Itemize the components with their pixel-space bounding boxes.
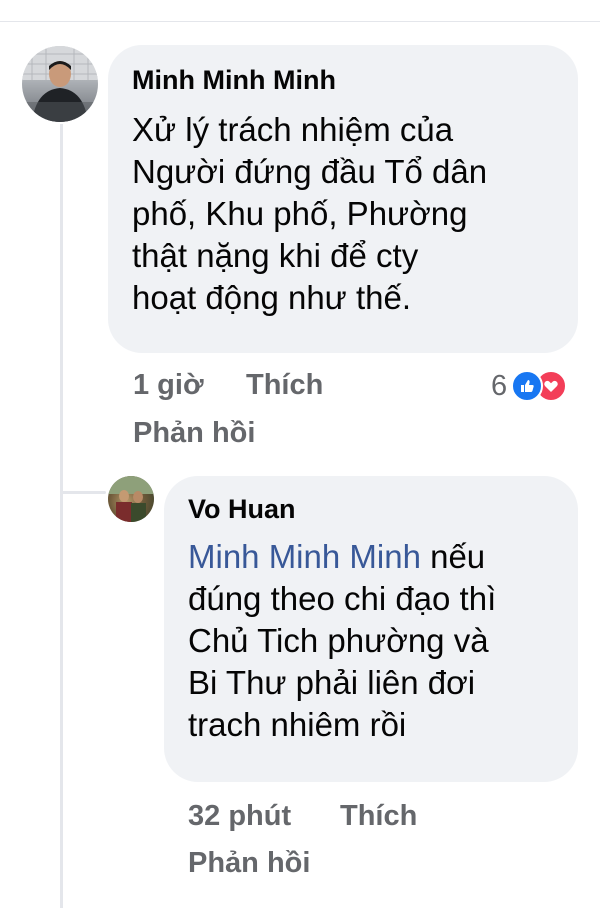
comment-author[interactable]: Minh Minh Minh xyxy=(132,65,336,96)
reply-line-rest: nếu xyxy=(420,538,486,575)
mention-link[interactable]: Minh Minh Minh xyxy=(188,538,421,575)
comment-line: phố, Khu phố, Phường xyxy=(132,195,468,232)
thread-branch-line xyxy=(60,491,106,494)
comment-line: Người đứng đầu Tổ dân xyxy=(132,153,488,190)
comment-text: Xử lý trách nhiệm của Người đứng đầu Tổ … xyxy=(132,109,487,319)
person-photo xyxy=(22,46,98,122)
reply-timestamp[interactable]: 32 phút xyxy=(188,800,291,833)
reaction-summary[interactable]: 6 xyxy=(491,369,568,402)
comment-timestamp[interactable]: 1 giờ xyxy=(133,369,204,402)
avatar-vo-huan[interactable] xyxy=(108,476,154,522)
reply-line: Minh Minh Minh nếu xyxy=(188,536,496,578)
reply-like-button[interactable]: Thích xyxy=(340,800,417,833)
top-divider xyxy=(0,21,600,22)
reply-line: Bi Thư phải liên đơi xyxy=(188,664,476,701)
comment-reply-button[interactable]: Phản hồi xyxy=(133,417,255,450)
reaction-count: 6 xyxy=(491,369,508,402)
avatar-minh-minh-minh[interactable] xyxy=(22,46,98,122)
reply-line: Chủ Tich phường và xyxy=(188,622,489,659)
reply-text: Minh Minh Minh nếu đúng theo chi đạo thì… xyxy=(188,536,496,746)
comment-line: Xử lý trách nhiệm của xyxy=(132,111,454,148)
comment-line: hoạt động như thế. xyxy=(132,279,411,316)
comment-line: thật nặng khi để cty xyxy=(132,237,419,274)
thread-line xyxy=(60,124,63,908)
like-icon xyxy=(511,370,544,402)
group-photo xyxy=(108,476,154,522)
reply-author[interactable]: Vo Huan xyxy=(188,494,296,525)
reply-bubble[interactable]: Vo Huan Minh Minh Minh nếu đúng theo chi… xyxy=(164,476,578,782)
reply-line: trach nhiêm rồi xyxy=(188,706,407,743)
reply-line: đúng theo chi đạo thì xyxy=(188,580,497,617)
comment-like-button[interactable]: Thích xyxy=(246,369,323,402)
reply-reply-button[interactable]: Phản hồi xyxy=(188,847,310,880)
comment-bubble[interactable]: Minh Minh Minh Xử lý trách nhiệm của Ngư… xyxy=(108,45,578,353)
